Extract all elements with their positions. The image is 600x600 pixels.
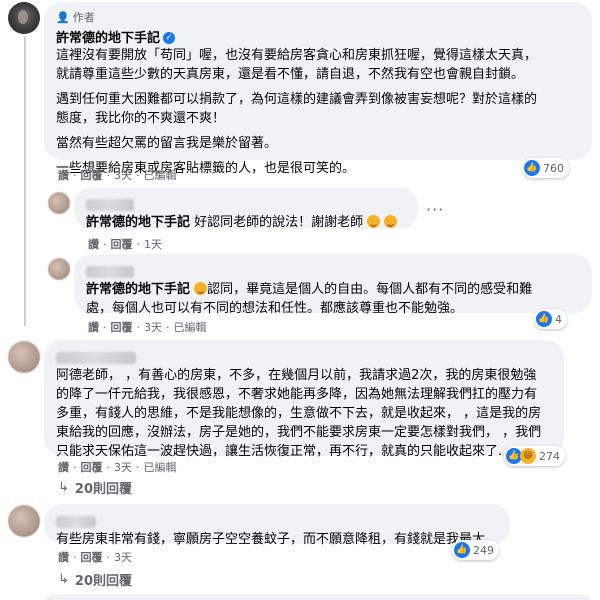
comment-line: 處，每個人也可以有不同的想法和任性。都應該尊重也不能勉強。: [86, 301, 464, 316]
comment-text: 這裡沒有要開放「苟同」喔，也沒有要給房客貪心和房東抓狂喔，覺得這樣太天真， 就請…: [56, 46, 580, 178]
view-replies-link[interactable]: ↳ 20則回覆: [58, 478, 132, 497]
reaction-count: 274: [539, 449, 560, 463]
comment-bubble: 許常德的地下手記 認同，畢竟這是個人的自由。每個人都有不同的感受和難 處，每個人…: [74, 254, 592, 316]
reply-button[interactable]: 回覆: [81, 549, 103, 565]
commenter-avatar[interactable]: [48, 258, 70, 280]
comment-line: 當然有些超欠罵的留言我是樂於留著。: [56, 136, 278, 151]
reply-button[interactable]: 回覆: [81, 167, 103, 183]
comment-line: 就請尊重這些少數的天真房東，還是看不懂，請自退，不然我有空也會親自封鎖。: [56, 67, 525, 82]
comment-line: 有些房東非常有錢，寧願房子空空養蚊子，而不願意降租，有錢就是我最大。: [56, 532, 499, 547]
comment-bubble: 阿德老師， ，有善心的房東，不多，在幾個月以前，我請求過2次，我的房東很勉強 的…: [44, 340, 564, 459]
replies-count-label: 20則回覆: [74, 574, 132, 589]
comment-line: 的降了一仟元給我，我很感恩，不奢求她能再多降，因為她無法理解我們扛的壓力有: [56, 387, 538, 402]
commenter-name-redacted: [56, 351, 136, 364]
commenter-avatar[interactable]: [48, 192, 70, 214]
tagged-name[interactable]: 許常德的地下手記: [86, 215, 190, 230]
comment-line: 這裡沒有要開放「苟同」喔，也沒有要給房客貪心和房東抓狂喔，覺得這樣太天真，: [56, 48, 538, 63]
like-reaction-icon: 👍: [454, 542, 470, 558]
commenter-avatar[interactable]: [8, 341, 40, 373]
commenter-name-redacted: [56, 515, 96, 528]
reaction-count: 4: [555, 312, 562, 326]
comment-actions: 讚 · 回覆 · 3天 · 已編輯: [88, 319, 207, 335]
reply-button[interactable]: 回覆: [111, 236, 133, 252]
reaction-count-badge[interactable]: 👍 4: [534, 309, 567, 329]
reaction-count-badge[interactable]: 👍 760: [522, 158, 569, 178]
reply-arrow-icon: ↳: [58, 480, 69, 495]
timestamp[interactable]: 1天: [144, 236, 162, 252]
commenter-avatar[interactable]: [8, 505, 40, 537]
comment-text: 好認同老師的說法！謝謝老師: [194, 215, 364, 230]
comment-bubble: 👤 作者 許常德的地下手記 ✓ 這裡沒有要開放「苟同」喔，也沒有要給房客貪心和房東…: [44, 2, 592, 176]
smile-emoji-icon: [367, 215, 381, 228]
verified-badge-icon: ✓: [163, 31, 176, 44]
view-replies-link[interactable]: ↳ 20則回覆: [58, 570, 132, 589]
reply-button[interactable]: 回覆: [81, 459, 103, 475]
like-reaction-icon: 👍: [524, 160, 540, 176]
like-button[interactable]: 讚: [88, 319, 99, 335]
comment-actions: 讚 · 回覆 · 3天 · 已編輯: [58, 167, 177, 183]
comment-actions: 讚 · 回覆 · 3天 · 已編輯: [58, 459, 177, 475]
author-badge-label: 作者: [72, 11, 95, 24]
comment-line: 東給我的回應，沒辦法，房子是她的，我們不能要求房東一定要怎樣對我們， ，我們: [56, 425, 542, 440]
thread-line: [24, 36, 26, 326]
commenter-name[interactable]: 許常德的地下手記: [56, 31, 160, 46]
like-button[interactable]: 讚: [58, 167, 69, 183]
comment-line: 態度，我比你的不爽還不爽！: [56, 111, 226, 126]
comment-bubble-partial: [44, 594, 592, 600]
reaction-count: 760: [543, 161, 564, 175]
reply-button[interactable]: 回覆: [111, 319, 133, 335]
comment-bubble: 許常德的地下手記 好認同老師的說法！謝謝老師: [74, 187, 418, 230]
commenter-name-redacted: [86, 265, 134, 278]
commenter-name-redacted: [86, 198, 134, 211]
comment-line: 認同，畢竟這是個人的自由。每個人都有不同的感受和難: [207, 282, 533, 297]
edited-label: 已編輯: [143, 169, 177, 182]
timestamp[interactable]: 3天: [144, 319, 162, 335]
author-badge-icon: 👤: [56, 10, 70, 24]
author-avatar[interactable]: [8, 2, 40, 34]
comment-actions: 讚 · 回覆 · 3天: [58, 549, 132, 565]
tagged-name[interactable]: 許常德的地下手記: [86, 282, 190, 297]
edited-label: 已編輯: [173, 321, 207, 334]
timestamp[interactable]: 3天: [114, 549, 132, 565]
comment-line: 遇到任何重大困難都可以捐款了，為何這樣的建議會弄到像被害妄想呢？對於這樣的: [56, 92, 538, 107]
author-badge: 👤 作者: [56, 9, 580, 25]
like-button[interactable]: 讚: [58, 549, 69, 565]
comment-line: 多重，有錢人的思維，不是我能想像的，生意做不下去，就是收起來， ，這是我的房: [56, 406, 542, 421]
comment-bubble: 有些房東非常有錢，寧願房子空空養蚊子，而不願意降租，有錢就是我最大。: [44, 504, 510, 547]
timestamp[interactable]: 3天: [114, 459, 132, 475]
like-reaction-icon: 👍: [536, 311, 552, 327]
comment-line: 阿德老師， ，有善心的房東，不多，在幾個月以前，我請求過2次，我的房東很勉強: [56, 368, 537, 383]
timestamp[interactable]: 3天: [114, 167, 132, 183]
reply-arrow-icon: ↳: [58, 572, 69, 587]
more-options-icon[interactable]: ···: [426, 200, 444, 219]
smile-emoji-icon: [384, 215, 398, 228]
reaction-count-badge[interactable]: 👍 249: [452, 540, 499, 560]
reaction-count: 249: [473, 543, 494, 557]
like-button[interactable]: 讚: [88, 236, 99, 252]
replies-count-label: 20則回覆: [74, 482, 132, 497]
comment-actions: 讚 · 回覆 · 1天: [88, 236, 162, 252]
edited-label: 已編輯: [143, 461, 177, 474]
like-button[interactable]: 讚: [58, 459, 69, 475]
smile-emoji-icon: [194, 282, 208, 295]
reaction-count-badge[interactable]: 👍 😆 274: [504, 446, 565, 466]
haha-reaction-icon: 😆: [520, 448, 536, 464]
